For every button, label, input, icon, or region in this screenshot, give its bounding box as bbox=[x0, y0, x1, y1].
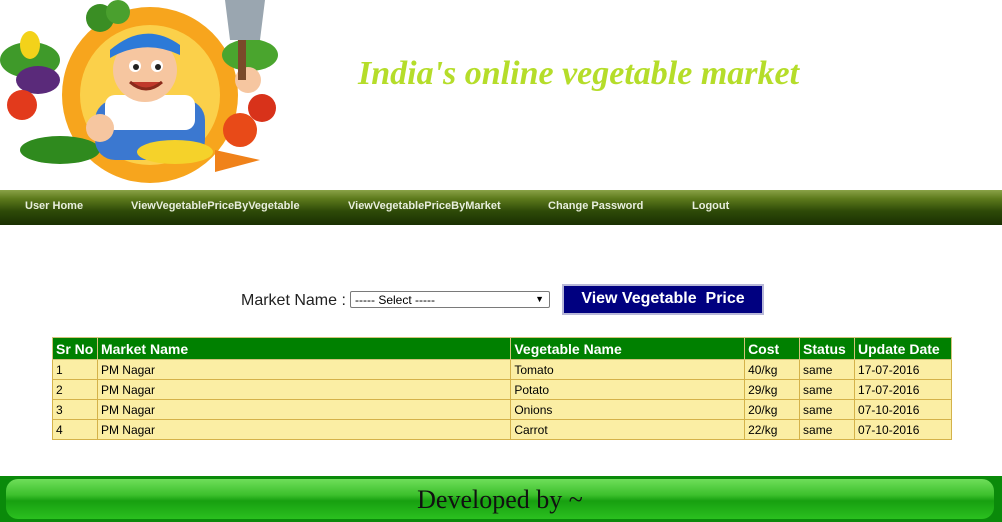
site-title: India's online vegetable market bbox=[358, 55, 800, 92]
cell-sr-no: 4 bbox=[52, 419, 98, 440]
market-filter-bar: Market Name : ----- Select ----- ▼ View … bbox=[0, 284, 1002, 316]
nav-view-price-by-market[interactable]: ViewVegetablePriceByMarket bbox=[348, 190, 501, 225]
main-navbar: User Home ViewVegetablePriceByVegetable … bbox=[0, 190, 1002, 225]
cell-cost: 20/kg bbox=[744, 399, 801, 420]
cell-status: same bbox=[799, 419, 856, 440]
vegetable-mascot-logo bbox=[0, 0, 278, 183]
dropdown-arrow-icon: ▼ bbox=[535, 294, 544, 304]
table-row: 1 PM Nagar Tomato 40/kg same 17-07-2016 bbox=[52, 359, 952, 380]
cell-cost: 29/kg bbox=[744, 379, 801, 400]
cell-market-name: PM Nagar bbox=[96, 379, 512, 400]
footer-developed-by: Developed by ~ bbox=[417, 485, 583, 514]
market-select-value: ----- Select ----- bbox=[355, 293, 435, 307]
table-row: 3 PM Nagar Onions 20/kg same 07-10-2016 bbox=[52, 399, 952, 420]
cell-update-date: 17-07-2016 bbox=[854, 359, 952, 380]
vegetable-price-table: Sr No Market Name Vegetable Name Cost St… bbox=[52, 337, 952, 440]
cell-market-name: PM Nagar bbox=[96, 419, 512, 440]
cell-vegetable-name: Carrot bbox=[510, 419, 746, 440]
table-row: 2 PM Nagar Potato 29/kg same 17-07-2016 bbox=[52, 379, 952, 400]
table-header-row: Sr No Market Name Vegetable Name Cost St… bbox=[52, 337, 952, 360]
cell-vegetable-name: Tomato bbox=[510, 359, 746, 380]
header: India's online vegetable market bbox=[0, 0, 1002, 190]
header-update-date: Update Date bbox=[854, 337, 952, 360]
header-status: Status bbox=[799, 337, 856, 360]
table-row: 4 PM Nagar Carrot 22/kg same 07-10-2016 bbox=[52, 419, 952, 440]
cell-update-date: 07-10-2016 bbox=[854, 419, 952, 440]
cell-cost: 40/kg bbox=[744, 359, 801, 380]
cell-sr-no: 1 bbox=[52, 359, 98, 380]
market-name-label: Market Name : bbox=[241, 292, 346, 309]
cell-status: same bbox=[799, 379, 856, 400]
cell-update-date: 17-07-2016 bbox=[854, 379, 952, 400]
header-market-name: Market Name bbox=[96, 337, 512, 360]
view-vegetable-price-button[interactable]: View Vegetable Price bbox=[562, 284, 764, 315]
nav-user-home[interactable]: User Home bbox=[25, 190, 83, 225]
cell-sr-no: 3 bbox=[52, 399, 98, 420]
cell-market-name: PM Nagar bbox=[96, 399, 512, 420]
nav-logout[interactable]: Logout bbox=[692, 190, 729, 225]
cell-status: same bbox=[799, 399, 856, 420]
footer: Developed by ~ bbox=[0, 476, 1002, 522]
header-cost: Cost bbox=[744, 337, 801, 360]
nav-change-password[interactable]: Change Password bbox=[548, 190, 643, 225]
cell-cost: 22/kg bbox=[744, 419, 801, 440]
header-vegetable-name: Vegetable Name bbox=[510, 337, 746, 360]
cell-update-date: 07-10-2016 bbox=[854, 399, 952, 420]
nav-view-price-by-vegetable[interactable]: ViewVegetablePriceByVegetable bbox=[131, 190, 300, 225]
cell-vegetable-name: Onions bbox=[510, 399, 746, 420]
header-sr-no: Sr No bbox=[52, 337, 98, 360]
footer-bar: Developed by ~ bbox=[6, 479, 994, 519]
cell-sr-no: 2 bbox=[52, 379, 98, 400]
cell-status: same bbox=[799, 359, 856, 380]
cell-vegetable-name: Potato bbox=[510, 379, 746, 400]
cell-market-name: PM Nagar bbox=[96, 359, 512, 380]
market-name-select[interactable]: ----- Select ----- ▼ bbox=[350, 291, 550, 308]
